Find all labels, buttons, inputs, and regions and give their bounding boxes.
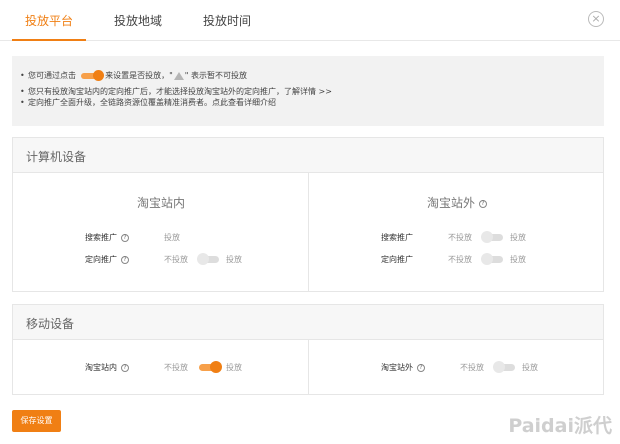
on-label: 投放	[510, 255, 526, 264]
column-divider	[308, 173, 309, 291]
mobile-outside-toggle[interactable]	[493, 361, 515, 373]
notice-text: 您只有投放淘宝站内的定向推广后，才能选择投放淘宝站外的定向推广，	[28, 87, 284, 96]
tab-region[interactable]: 投放地域	[114, 12, 162, 29]
warning-triangle-icon	[173, 71, 184, 80]
help-icon[interactable]: ?	[121, 255, 129, 264]
watermark-logo: Paidai派代	[508, 415, 612, 437]
notice-line-3: • 定向推广全面升级，全链路资源位覆盖精准消费者。点此查看详细介绍	[20, 98, 276, 107]
off-label: 不投放	[448, 233, 472, 242]
outside-targeted-promo-toggle[interactable]	[481, 253, 503, 265]
mobile-devices-panel: 移动设备 淘宝站内? 不投放 投放 淘宝站外? 不投放 投放	[12, 304, 604, 395]
off-label: 不投放	[164, 255, 188, 264]
outside-search-promo-label: 搜索推广	[381, 233, 413, 242]
notice-line-2: • 您只有投放淘宝站内的定向推广后，才能选择投放淘宝站外的定向推广，了解详情 >…	[20, 87, 332, 96]
status-value: 投放	[164, 233, 180, 242]
outside-search-promo-toggle[interactable]	[481, 231, 503, 243]
help-icon[interactable]: ?	[479, 199, 488, 208]
panel-title: 计算机设备	[13, 138, 603, 173]
outside-title: 淘宝站外?	[427, 194, 488, 211]
on-label: 投放	[510, 233, 526, 242]
notice-text: 来设置是否投放，"	[105, 71, 173, 80]
tab-platform[interactable]: 投放平台	[25, 12, 73, 29]
help-icon[interactable]: ?	[417, 363, 425, 372]
search-promo-label: 搜索推广?	[85, 232, 129, 243]
off-label: 不投放	[448, 255, 472, 264]
notice-text: " 表示暂不可投放	[184, 71, 248, 80]
notice-link[interactable]: 定向推广全面升级，全链路资源位覆盖精准消费者。点此查看详细介绍	[28, 98, 276, 107]
mobile-inside-label: 淘宝站内?	[85, 362, 129, 373]
on-label: 投放	[226, 363, 242, 372]
notice-box: • 您可通过点击 来设置是否投放，" " 表示暂不可投放 • 您只有投放淘宝站内的…	[12, 56, 604, 126]
outside-targeted-promo-label: 定向推广	[381, 255, 413, 264]
mobile-inside-toggle[interactable]	[199, 361, 222, 373]
on-label: 投放	[522, 363, 538, 372]
off-label: 不投放	[460, 363, 484, 372]
mobile-outside-label: 淘宝站外?	[381, 362, 425, 373]
toggle-icon	[80, 69, 104, 81]
targeted-promo-label: 定向推广?	[85, 254, 129, 265]
notice-line-1: • 您可通过点击 来设置是否投放，" " 表示暂不可投放	[20, 69, 248, 81]
help-icon[interactable]: ?	[121, 233, 129, 242]
learn-more-link[interactable]: 了解详情 >>	[284, 87, 332, 96]
computer-devices-panel: 计算机设备 淘宝站内 搜索推广? 投放 定向推广? 不投放 投放 淘宝站外? 搜…	[12, 137, 604, 292]
active-tab-indicator	[12, 39, 86, 41]
off-label: 不投放	[164, 363, 188, 372]
close-icon[interactable]: ×	[588, 11, 604, 27]
panel-title: 移动设备	[13, 305, 603, 340]
column-divider	[308, 340, 309, 394]
save-button[interactable]: 保存设置	[12, 410, 61, 432]
help-icon[interactable]: ?	[121, 363, 129, 372]
on-label: 投放	[226, 255, 242, 264]
tab-time[interactable]: 投放时间	[203, 12, 251, 29]
targeted-promo-toggle[interactable]	[197, 253, 219, 265]
inside-title: 淘宝站内	[137, 196, 186, 210]
notice-text: 您可通过点击	[28, 71, 76, 80]
tab-bar: 投放平台 投放地域 投放时间 ×	[0, 0, 620, 41]
